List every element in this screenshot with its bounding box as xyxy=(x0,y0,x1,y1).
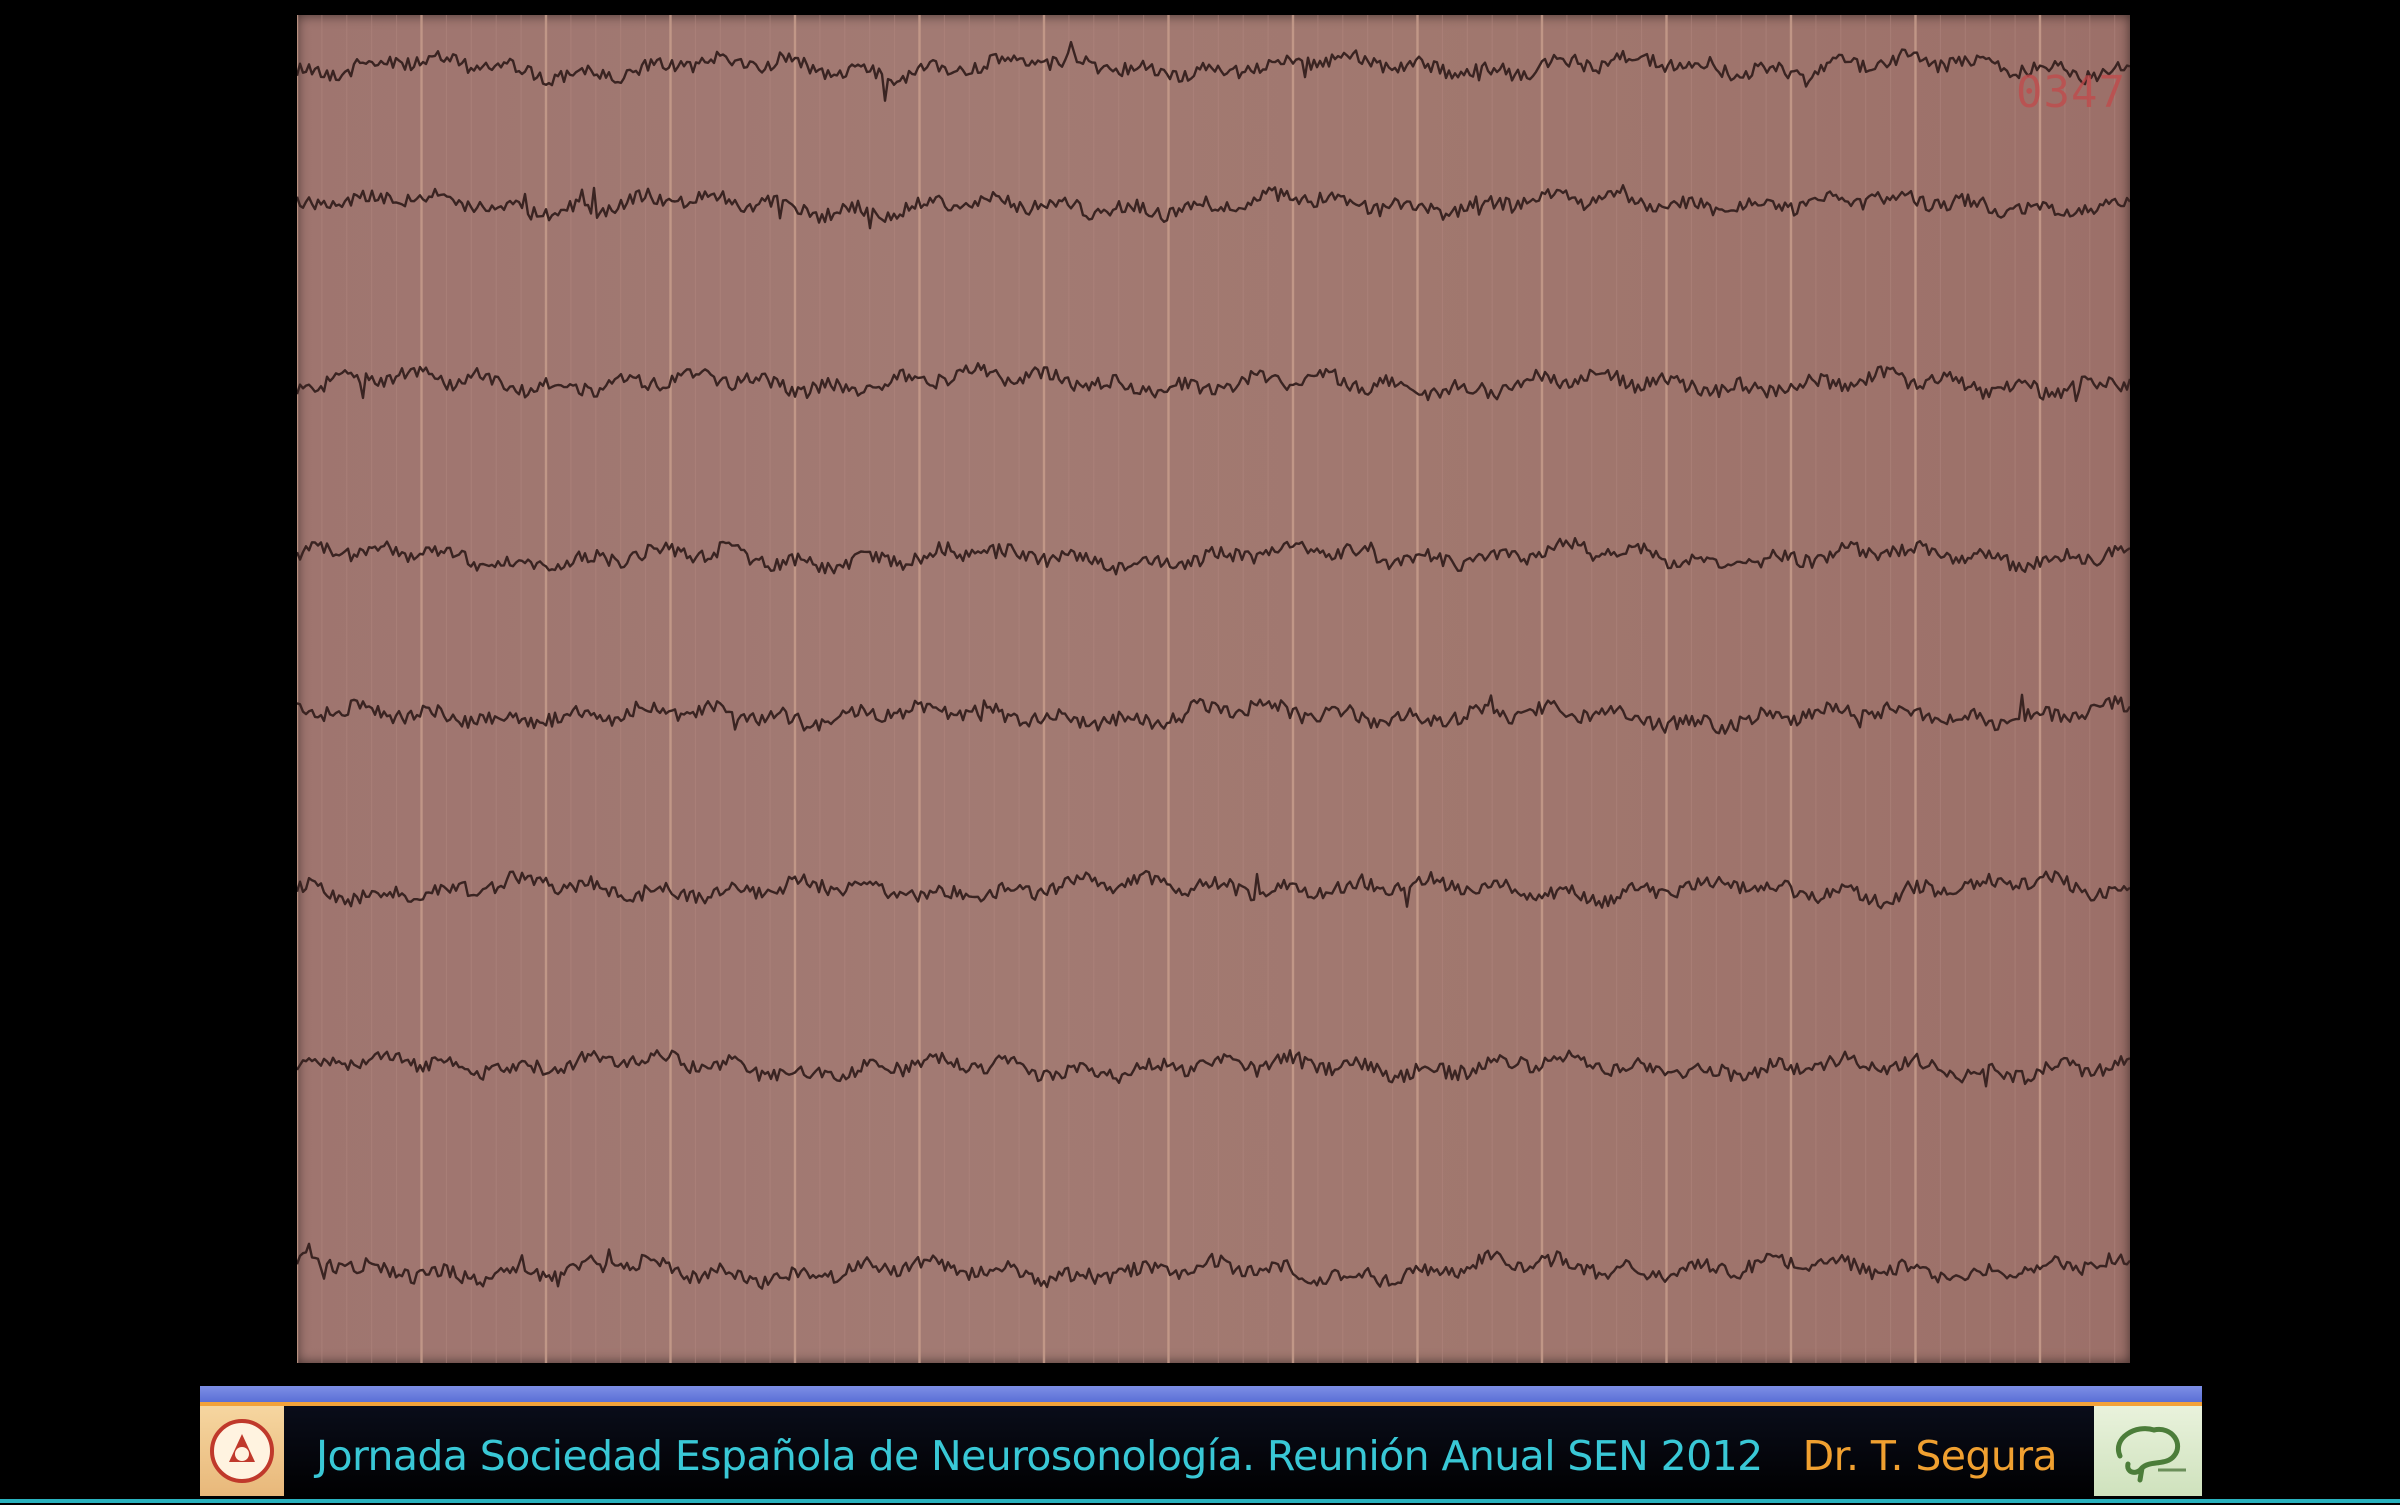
presentation-footer: Jornada Sociedad Española de Neurosonolo… xyxy=(200,1386,2202,1500)
eeg-paper-photo: 0347 xyxy=(297,15,2130,1363)
event-title: Jornada Sociedad Española de Neurosonolo… xyxy=(316,1432,1763,1480)
eeg-trace-channel-5 xyxy=(297,693,2130,735)
eeg-trace-channel-1 xyxy=(297,40,2130,102)
seal-logo-icon xyxy=(200,1406,284,1496)
eeg-chart xyxy=(297,15,2130,1363)
eeg-trace-channel-8 xyxy=(297,1242,2130,1290)
eeg-trace-channel-6 xyxy=(297,869,2130,910)
eeg-trace-channel-4 xyxy=(297,537,2130,576)
eeg-trace-channel-7 xyxy=(297,1049,2130,1088)
footer-caption: Jornada Sociedad Española de Neurosonolo… xyxy=(316,1426,2058,1486)
eeg-trace-channel-2 xyxy=(297,184,2130,230)
eeg-trace-channel-3 xyxy=(297,362,2130,403)
bottom-accent-line xyxy=(0,1499,2400,1503)
paper-stamp: 0347 xyxy=(2016,67,2126,118)
brain-logo-icon xyxy=(2094,1406,2202,1496)
footer-top-bar xyxy=(200,1386,2202,1402)
author-name: Dr. T. Segura xyxy=(1802,1432,2058,1480)
